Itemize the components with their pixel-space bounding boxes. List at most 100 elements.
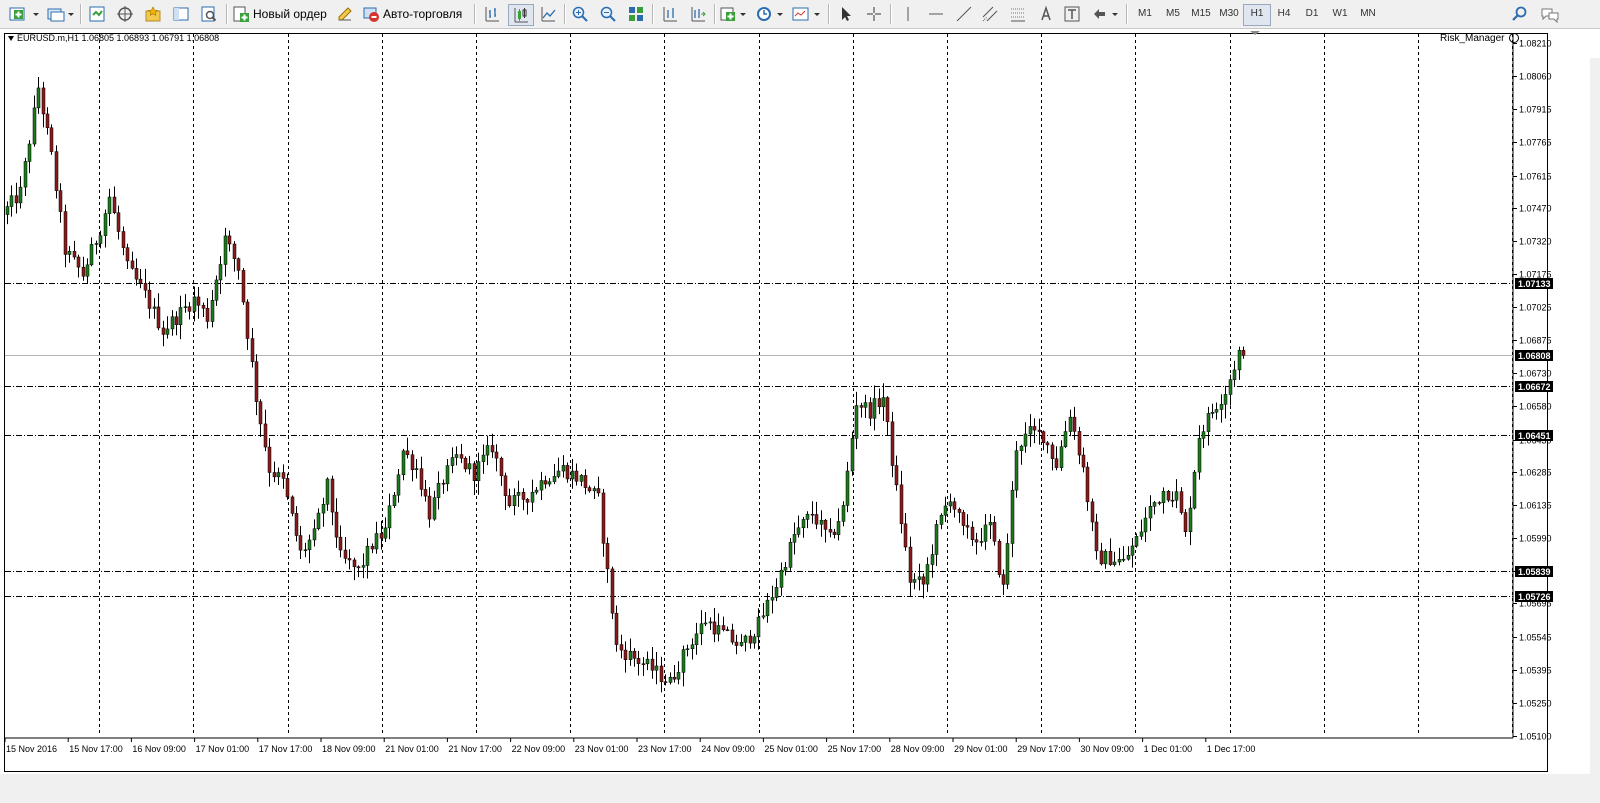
profiles-icon [47, 8, 74, 22]
text-label-button[interactable] [1060, 3, 1084, 25]
bar-chart-button[interactable] [480, 3, 504, 25]
favorites-button[interactable] [142, 3, 164, 25]
candle-body [903, 523, 908, 548]
tester-button[interactable] [198, 3, 220, 25]
line-chart-button[interactable] [536, 3, 560, 25]
timeframe-h4[interactable]: H4 [1271, 4, 1297, 24]
candle-body [103, 213, 108, 236]
time-tick-label: 23 Nov 01:00 [575, 744, 629, 754]
candle-body [45, 113, 50, 129]
fibonacci-button[interactable] [1006, 3, 1030, 25]
candle-body [885, 397, 890, 423]
profiles-button[interactable] [44, 3, 76, 25]
vertical-line-button[interactable] [896, 3, 920, 25]
trendline-button[interactable] [952, 3, 976, 25]
symbol-ohlc-text: EURUSD.m,H1 1.06805 1.06893 1.06791 1.06… [17, 33, 220, 43]
zoom-in-button[interactable] [568, 3, 592, 25]
navigator-button[interactable] [114, 3, 136, 25]
periods-button[interactable] [754, 3, 786, 25]
candle-body [263, 423, 268, 448]
candle-body [356, 566, 361, 569]
candle-body [499, 457, 504, 477]
candle-body [5, 206, 10, 215]
autoscroll-button[interactable] [686, 3, 710, 25]
expert-advisor-label[interactable]: Risk_Manager [1440, 33, 1520, 44]
candle-body [854, 405, 859, 439]
candle-body [379, 533, 384, 539]
time-tick-label: 30 Nov 09:00 [1080, 744, 1134, 754]
timeframe-m30[interactable]: M30 [1216, 4, 1242, 24]
candle-body [427, 495, 432, 520]
candle-body [587, 487, 592, 492]
zoom-out-icon [600, 6, 616, 22]
candle-body [476, 461, 481, 482]
price-tick-label: 1.07320 [1519, 237, 1552, 247]
chat-button[interactable] [1536, 3, 1564, 25]
time-tick-label: 23 Nov 17:00 [638, 744, 692, 754]
equidistant-channel-button[interactable] [978, 3, 1002, 25]
timeframe-m5[interactable]: M5 [1160, 4, 1186, 24]
chart-window[interactable]: 1.08210 1.08060 1.07915 1.07765 1.07615 1.074… [0, 29, 1600, 803]
candle-body [298, 535, 303, 551]
candle-body [107, 196, 112, 214]
candle-body [81, 266, 86, 277]
templates-button[interactable] [790, 3, 822, 25]
zoom-out-button[interactable] [596, 3, 620, 25]
timeframe-m1[interactable]: M1 [1132, 4, 1158, 24]
market-watch-button[interactable] [86, 3, 108, 25]
indicators-icon [720, 7, 746, 21]
candle-body [988, 522, 993, 526]
candle-body [1045, 442, 1050, 446]
search-button[interactable] [1508, 3, 1532, 25]
horizontal-line-button[interactable] [924, 3, 948, 25]
autotrading-label: Авто-торговля [383, 7, 463, 21]
candle-body [979, 541, 984, 543]
new-chart-button[interactable] [6, 3, 42, 25]
meta-editor-button[interactable] [334, 3, 356, 25]
price-tick-label: 1.07615 [1519, 172, 1552, 182]
indicators-button[interactable] [718, 3, 748, 25]
timeframe-w1[interactable]: W1 [1327, 4, 1353, 24]
new-order-icon [233, 6, 249, 22]
chart-shift-button[interactable] [658, 3, 682, 25]
candle-body [272, 472, 277, 478]
time-tick-label: 1 Dec 01:00 [1144, 744, 1193, 754]
cursor-icon [842, 7, 851, 21]
text-button[interactable] [1034, 3, 1058, 25]
candle-body [863, 402, 868, 408]
candle-body [890, 421, 895, 466]
price-tick-label: 1.07915 [1519, 105, 1552, 115]
candle-body [147, 289, 152, 309]
candle-body [152, 306, 157, 309]
candle-body [534, 489, 539, 493]
tile-windows-button[interactable] [624, 3, 648, 25]
candle-body [841, 505, 846, 522]
candle-body [779, 569, 784, 588]
navigator-icon [117, 6, 133, 22]
candle-body [503, 475, 508, 496]
crosshair-button[interactable] [862, 3, 886, 25]
candle-body [1059, 446, 1064, 468]
cursor-button[interactable] [834, 3, 858, 25]
candlestick-button[interactable] [508, 4, 534, 26]
timeframe-d1[interactable]: D1 [1299, 4, 1325, 24]
new-order-button[interactable]: Новый ордер [232, 3, 330, 25]
candle-body [614, 612, 619, 645]
symbol-menu-arrow-icon[interactable] [8, 36, 14, 42]
candle-body [290, 496, 295, 514]
autotrading-button[interactable]: Авто-торговля [362, 3, 466, 25]
arrows-button[interactable] [1090, 3, 1120, 25]
zoom-in-icon [572, 6, 588, 22]
timeframe-m15[interactable]: M15 [1188, 4, 1214, 24]
candle-body [796, 527, 801, 535]
candle-body [361, 565, 366, 568]
candle-body [467, 463, 472, 470]
data-window-button[interactable] [170, 3, 192, 25]
timeframe-mn[interactable]: MN [1355, 4, 1381, 24]
candle-body [192, 296, 197, 312]
candle-body [641, 663, 646, 665]
timeframe-h1[interactable]: H1 [1243, 4, 1271, 26]
horizontal-line-icon [929, 13, 943, 15]
candle-body [699, 623, 704, 635]
level-price-tag: 1.06672 [1518, 382, 1551, 392]
